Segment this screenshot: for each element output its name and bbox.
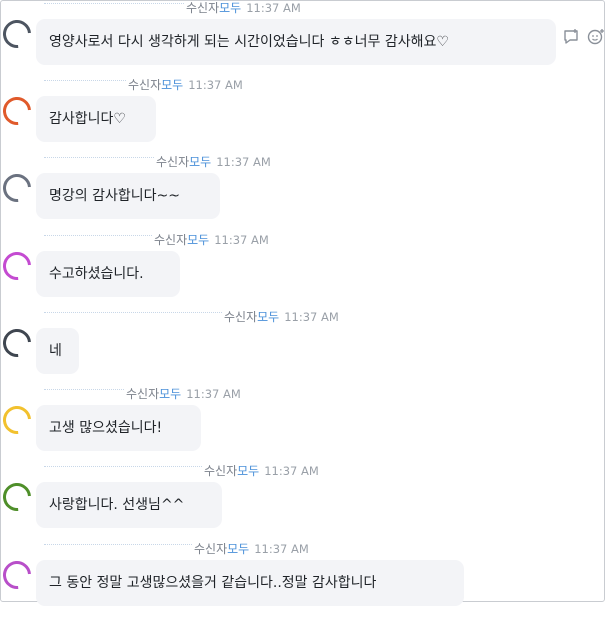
message-bubble: 사랑합니다. 선생님^^ — [36, 482, 222, 528]
receiver-label: 수신자 — [204, 464, 238, 478]
chat-message: 수신자모두 11:37 AM 고생 많으셨습니다! — [0, 386, 607, 462]
sender-name-redacted — [44, 544, 192, 555]
receiver-label: 수신자 — [126, 387, 160, 401]
message-time: 11:37 AM — [186, 387, 241, 401]
recipient-all-link[interactable]: 모두 — [189, 155, 211, 169]
message-time: 11:37 AM — [216, 155, 271, 169]
receiver-label: 수신자 — [186, 1, 220, 15]
recipient-all-link[interactable]: 모두 — [187, 233, 209, 247]
message-bubble: 감사합니다♡ — [36, 96, 156, 142]
chat-message: 수신자모두 11:37 AM 네 — [0, 309, 607, 385]
avatar[interactable] — [0, 14, 37, 54]
message-bubble: 네 — [36, 328, 79, 374]
message-bubble: 그 동안 정말 고생많으셨을거 같습니다..정말 감사합니다 — [36, 560, 464, 606]
avatar[interactable] — [0, 246, 37, 286]
receiver-label: 수신자 — [154, 233, 188, 247]
message-time: 11:37 AM — [188, 78, 243, 92]
message-time: 11:37 AM — [246, 1, 301, 15]
sender-name-redacted — [44, 80, 126, 91]
message-bubble: 고생 많으셨습니다! — [36, 405, 201, 451]
recipient-all-link[interactable]: 모두 — [219, 1, 241, 15]
sender-name-redacted — [44, 466, 202, 477]
chat-message: 수신자모두 11:37 AM 그 동안 정말 고생많으셨을거 같습니다..정말 감… — [0, 541, 607, 617]
avatar[interactable] — [0, 477, 37, 517]
message-bubble: 수고하셨습니다. — [36, 251, 180, 297]
avatar[interactable] — [0, 168, 37, 208]
message-time: 11:37 AM — [284, 310, 339, 324]
message-header: 수신자모두 11:37 AM — [44, 463, 319, 479]
message-header: 수신자모두 11:37 AM — [44, 309, 339, 325]
message-time: 11:37 AM — [254, 542, 309, 556]
avatar[interactable] — [0, 400, 37, 440]
sender-name-redacted — [44, 389, 124, 400]
chat-message: 수신자모두 11:37 AM 명강의 감사합니다~~ — [0, 154, 607, 230]
reply-bubble-icon[interactable] — [562, 28, 580, 46]
chat-message: 수신자모두 11:37 AM 영양사로서 다시 생각하게 되는 시간이었습니다 ㅎ… — [0, 0, 607, 76]
sender-name-redacted — [44, 157, 154, 168]
message-actions — [562, 28, 606, 48]
message-header: 수신자모두 11:37 AM — [44, 386, 241, 402]
message-header: 수신자모두 11:37 AM — [44, 0, 301, 16]
emoji-add-icon[interactable] — [587, 28, 605, 46]
message-time: 11:37 AM — [264, 464, 319, 478]
avatar[interactable] — [0, 91, 37, 131]
receiver-label: 수신자 — [194, 542, 228, 556]
avatar[interactable] — [0, 555, 37, 595]
message-bubble: 영양사로서 다시 생각하게 되는 시간이었습니다 ㅎㅎ너무 감사해요♡ — [36, 19, 556, 65]
sender-name-redacted — [44, 3, 184, 14]
sender-name-redacted — [44, 235, 152, 246]
recipient-all-link[interactable]: 모두 — [227, 542, 249, 556]
message-header: 수신자모두 11:37 AM — [44, 541, 309, 557]
chat-message: 수신자모두 11:37 AM 수고하셨습니다. — [0, 232, 607, 308]
message-time: 11:37 AM — [214, 233, 269, 247]
receiver-label: 수신자 — [156, 155, 190, 169]
sender-name-redacted — [44, 312, 222, 323]
message-header: 수신자모두 11:37 AM — [44, 154, 271, 170]
receiver-label: 수신자 — [128, 78, 162, 92]
message-header: 수신자모두 11:37 AM — [44, 232, 269, 248]
recipient-all-link[interactable]: 모두 — [237, 464, 259, 478]
avatar[interactable] — [0, 323, 37, 363]
message-header: 수신자모두 11:37 AM — [44, 77, 243, 93]
receiver-label: 수신자 — [224, 310, 258, 324]
recipient-all-link[interactable]: 모두 — [257, 310, 279, 324]
chat-message: 수신자모두 11:37 AM 감사합니다♡ — [0, 77, 607, 153]
recipient-all-link[interactable]: 모두 — [161, 78, 183, 92]
chat-message: 수신자모두 11:37 AM 사랑합니다. 선생님^^ — [0, 463, 607, 539]
recipient-all-link[interactable]: 모두 — [159, 387, 181, 401]
message-bubble: 명강의 감사합니다~~ — [36, 173, 220, 219]
